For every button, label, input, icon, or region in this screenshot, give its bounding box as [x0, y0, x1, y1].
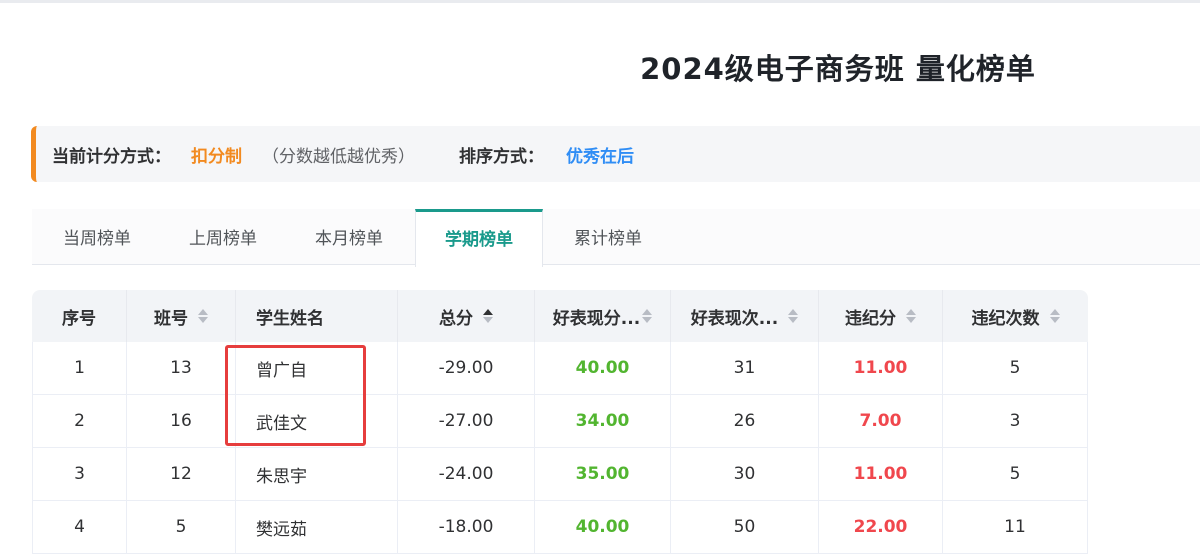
tab-this-week[interactable]: 当周榜单: [32, 209, 162, 265]
scoring-method-hint: （分数越低越优秀）: [262, 146, 415, 167]
col-header-name: 学生姓名: [236, 290, 398, 342]
col-header-penalty-count[interactable]: 违纪次数: [943, 290, 1088, 342]
cell-penalty-score: 11.00: [819, 342, 943, 394]
cell-name: 樊远茹: [236, 501, 398, 553]
cell-name: 朱思宇: [236, 448, 398, 500]
cell-class-no: 16: [127, 395, 236, 447]
ranking-tabs: 当周榜单 上周榜单 本月榜单 学期榜单 累计榜单: [32, 209, 1200, 267]
cell-total: -18.00: [398, 501, 535, 553]
cell-class-no: 12: [127, 448, 236, 500]
cell-total: -27.00: [398, 395, 535, 447]
cell-index: 2: [32, 395, 127, 447]
sort-icon[interactable]: [198, 309, 208, 323]
cell-penalty-score: 11.00: [819, 448, 943, 500]
table-row[interactable]: 4 5 樊远茹 -18.00 40.00 50 22.00 11: [32, 501, 1088, 554]
tab-last-week[interactable]: 上周榜单: [162, 209, 284, 265]
col-header-index-label: 序号: [62, 308, 96, 329]
sort-icon[interactable]: [788, 309, 799, 323]
cell-penalty-count: 5: [943, 342, 1088, 394]
cell-good-count: 50: [671, 501, 819, 553]
top-divider: [0, 0, 1200, 3]
cell-good-count: 31: [671, 342, 819, 394]
col-header-class-no-label: 班号: [154, 308, 188, 329]
cell-index: 4: [32, 501, 127, 553]
col-header-good-count[interactable]: 好表现次...: [671, 290, 819, 342]
cell-good-score: 40.00: [535, 342, 671, 394]
tab-this-month[interactable]: 本月榜单: [284, 209, 414, 265]
col-header-penalty-score-label: 违纪分: [845, 308, 896, 329]
col-header-total-label: 总分: [439, 308, 473, 329]
cell-index: 3: [32, 448, 127, 500]
tab-cumulative[interactable]: 累计榜单: [543, 209, 673, 265]
sort-icon[interactable]: [483, 309, 493, 323]
sort-method-label: 排序方式：: [459, 146, 544, 167]
sort-icon[interactable]: [906, 309, 916, 323]
sort-method-value: 优秀在后: [566, 146, 634, 167]
sort-icon[interactable]: [642, 309, 653, 323]
col-header-penalty-score[interactable]: 违纪分: [819, 290, 943, 342]
cell-name: 曾广自: [236, 342, 398, 394]
col-header-good-score-label: 好表现分...: [552, 308, 641, 329]
cell-class-no: 5: [127, 501, 236, 553]
table-row[interactable]: 2 16 武佳文 -27.00 34.00 26 7.00 3: [32, 395, 1088, 448]
tab-semester[interactable]: 学期榜单: [415, 209, 543, 267]
table-row[interactable]: 1 13 曾广自 -29.00 40.00 31 11.00 5: [32, 342, 1088, 395]
cell-penalty-score: 22.00: [819, 501, 943, 553]
scoring-info-bar: 当前计分方式： 扣分制 （分数越低越优秀） 排序方式： 优秀在后: [31, 126, 1200, 182]
cell-total: -24.00: [398, 448, 535, 500]
cell-index: 1: [32, 342, 127, 394]
cell-penalty-count: 11: [943, 501, 1088, 553]
col-header-index: 序号: [32, 290, 127, 342]
cell-penalty-count: 5: [943, 448, 1088, 500]
table-header: 序号 班号 学生姓名 总分 好表现分... 好表现次... 违纪分 违纪次数: [32, 290, 1088, 342]
cell-name: 武佳文: [236, 395, 398, 447]
cell-good-count: 30: [671, 448, 819, 500]
scoring-method-label: 当前计分方式：: [52, 146, 171, 167]
col-header-penalty-count-label: 违纪次数: [971, 308, 1040, 329]
cell-good-score: 34.00: [535, 395, 671, 447]
cell-good-score: 35.00: [535, 448, 671, 500]
col-header-name-label: 学生姓名: [256, 308, 324, 329]
cell-penalty-count: 3: [943, 395, 1088, 447]
table-row[interactable]: 3 12 朱思宇 -24.00 35.00 30 11.00 5: [32, 448, 1088, 501]
cell-class-no: 13: [127, 342, 236, 394]
col-header-good-count-label: 好表现次...: [690, 308, 779, 329]
sort-icon[interactable]: [1049, 309, 1060, 323]
col-header-good-score[interactable]: 好表现分...: [535, 290, 671, 342]
cell-good-count: 26: [671, 395, 819, 447]
col-header-class-no[interactable]: 班号: [127, 290, 236, 342]
page-title: 2024级电子商务班 量化榜单: [640, 52, 1036, 86]
col-header-total[interactable]: 总分: [398, 290, 535, 342]
scoring-method-value: 扣分制: [191, 146, 242, 167]
cell-total: -29.00: [398, 342, 535, 394]
cell-good-score: 40.00: [535, 501, 671, 553]
cell-penalty-score: 7.00: [819, 395, 943, 447]
ranking-table: 序号 班号 学生姓名 总分 好表现分... 好表现次... 违纪分 违纪次数 1…: [32, 290, 1088, 554]
